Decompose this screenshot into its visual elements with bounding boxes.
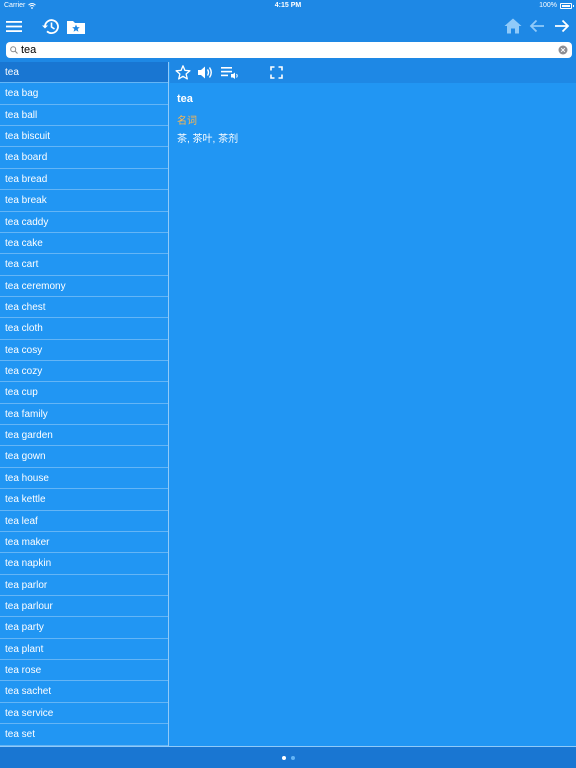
arrow-left-icon [529,19,544,33]
list-item[interactable]: tea maker [0,532,168,554]
pronounce-button[interactable] [197,64,214,81]
hamburger-menu-icon [6,20,22,32]
home-button[interactable] [503,16,523,36]
list-item[interactable]: tea garden [0,425,168,447]
entry-meaning: 茶, 茶叶, 茶剂 [177,134,239,145]
battery-percent: 100% [539,2,557,9]
favorites-folder-star-icon [67,20,85,34]
list-item[interactable]: tea board [0,147,168,169]
list-item[interactable]: tea ceremony [0,276,168,297]
page-indicator[interactable] [0,756,576,760]
fullscreen-icon [270,66,283,79]
list-item[interactable]: tea cozy [0,361,168,383]
search-input[interactable] [21,43,541,57]
status-bar: Carrier 4:15 PM 100% [0,0,576,12]
word-list: tea tea bag tea ball tea biscuit tea board te… [0,62,169,746]
list-item[interactable]: tea cake [0,233,168,255]
list-item[interactable]: tea cosy [0,340,168,362]
battery-info: 100% [539,2,574,9]
list-item[interactable]: tea chest [0,297,168,319]
entry-detail: tea 名词 茶, 茶叶, 茶剂 [170,83,576,746]
navigation-bar [0,12,576,40]
playlist-audio-icon [221,66,238,79]
home-icon [504,18,522,34]
list-item[interactable]: tea cup [0,382,168,404]
list-item[interactable]: tea kettle [0,489,168,511]
clear-circle-icon [558,45,568,55]
list-item[interactable]: tea napkin [0,553,168,575]
fullscreen-button[interactable] [270,64,283,81]
arrow-right-icon [555,19,570,33]
list-item[interactable]: tea service [0,703,168,725]
list-item[interactable]: tea family [0,404,168,426]
list-item[interactable]: tea caddy [0,212,168,233]
list-item[interactable]: tea biscuit [0,126,168,148]
page-dot[interactable] [281,756,286,760]
history-clock-icon [41,18,59,34]
status-time: 4:15 PM [274,2,302,9]
list-item[interactable]: tea break [0,190,168,212]
list-item[interactable]: tea plant [0,639,168,661]
entry-part-of-speech: 名词 [177,116,197,127]
entry-toolbar [170,62,576,83]
list-item[interactable]: tea [0,62,168,84]
list-item[interactable]: tea sachet [0,681,168,703]
list-item[interactable]: tea bag [0,83,168,105]
back-button[interactable] [528,16,546,36]
favorites-button[interactable] [66,16,86,36]
list-item[interactable]: tea rose [0,660,168,682]
list-item[interactable]: tea gown [0,446,168,468]
clear-search-button[interactable] [558,45,568,55]
forward-button[interactable] [553,16,571,36]
playlist-audio-button[interactable] [221,64,239,81]
search-icon [10,46,18,54]
page-dot[interactable] [290,756,295,760]
menu-button[interactable] [5,16,23,36]
list-item[interactable]: tea parlour [0,596,168,618]
speaker-icon [198,66,212,79]
entry-headword: tea [177,93,193,105]
list-item[interactable]: tea house [0,468,168,490]
list-item[interactable]: tea party [0,617,168,639]
list-item[interactable]: tea bread [0,169,168,191]
battery-icon [560,2,574,9]
search-bar [0,40,576,62]
list-item[interactable]: tea ball [0,105,168,127]
footer-bar [0,746,576,768]
list-item[interactable]: tea parlor [0,575,168,596]
history-button[interactable] [40,16,60,36]
search-field-container [6,42,572,58]
list-item[interactable]: tea leaf [0,511,168,532]
battery-level-fill [562,4,570,7]
favorite-toggle-button[interactable] [175,64,191,81]
list-item[interactable]: tea cloth [0,318,168,340]
star-outline-icon [175,65,191,80]
list-item[interactable]: tea set [0,724,168,746]
list-item[interactable]: tea cart [0,254,168,276]
